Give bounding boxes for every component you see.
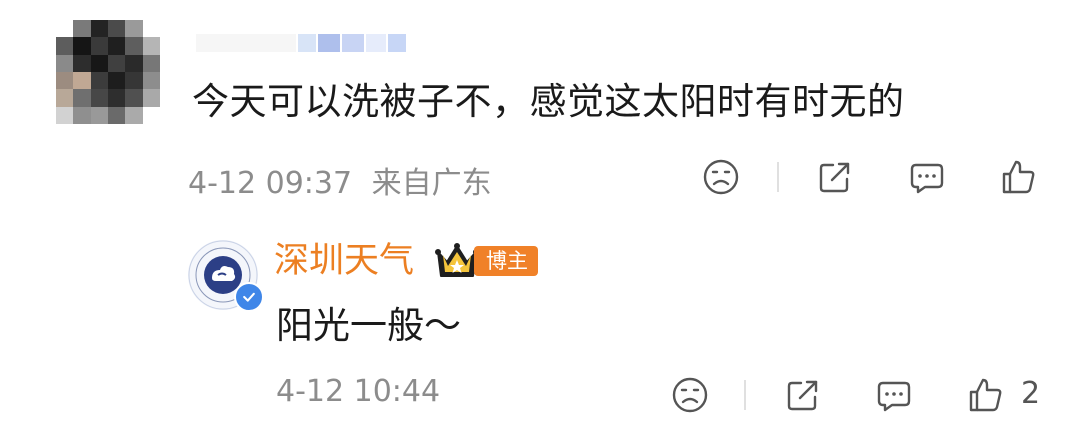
share-icon [819, 162, 850, 193]
thumbs-up-icon [1002, 160, 1035, 194]
comment-meta: 4-12 09:37 来自广东 [188, 158, 492, 202]
verified-badge [234, 282, 264, 312]
reply-text: 阳光一般～ [276, 304, 461, 347]
reply-dislike-button[interactable] [667, 372, 713, 418]
comment-text: 今天可以洗被子不，感觉这太阳时有时无的 [192, 80, 905, 123]
sad-face-icon [672, 377, 708, 413]
blogger-badge: 博主 [474, 246, 538, 276]
comment-icon [877, 381, 911, 412]
reply-button[interactable] [904, 154, 950, 200]
commenter-username-redacted[interactable] [196, 30, 416, 56]
share-button[interactable] [812, 154, 858, 200]
reply-like-count: 2 [1021, 376, 1041, 411]
reply-comment-button[interactable] [871, 372, 917, 418]
action-divider [744, 380, 746, 410]
share-icon [787, 380, 818, 411]
thumbs-up-icon [969, 378, 1002, 412]
reply-share-button[interactable] [780, 372, 826, 418]
checkmark-icon [243, 292, 255, 302]
reply-username[interactable]: 深圳天气 [274, 236, 414, 286]
reply-like-button[interactable] [962, 372, 1008, 418]
comment-icon [910, 163, 944, 194]
reply-date: 4-12 10:44 [276, 374, 441, 409]
dislike-button[interactable] [698, 154, 744, 200]
comment-date: 4-12 09:37 [188, 166, 353, 201]
commenter-avatar[interactable] [56, 20, 160, 124]
sad-face-icon [703, 159, 739, 195]
like-button[interactable] [995, 154, 1041, 200]
action-divider [777, 162, 779, 192]
comment-location: 来自广东 [371, 166, 492, 201]
